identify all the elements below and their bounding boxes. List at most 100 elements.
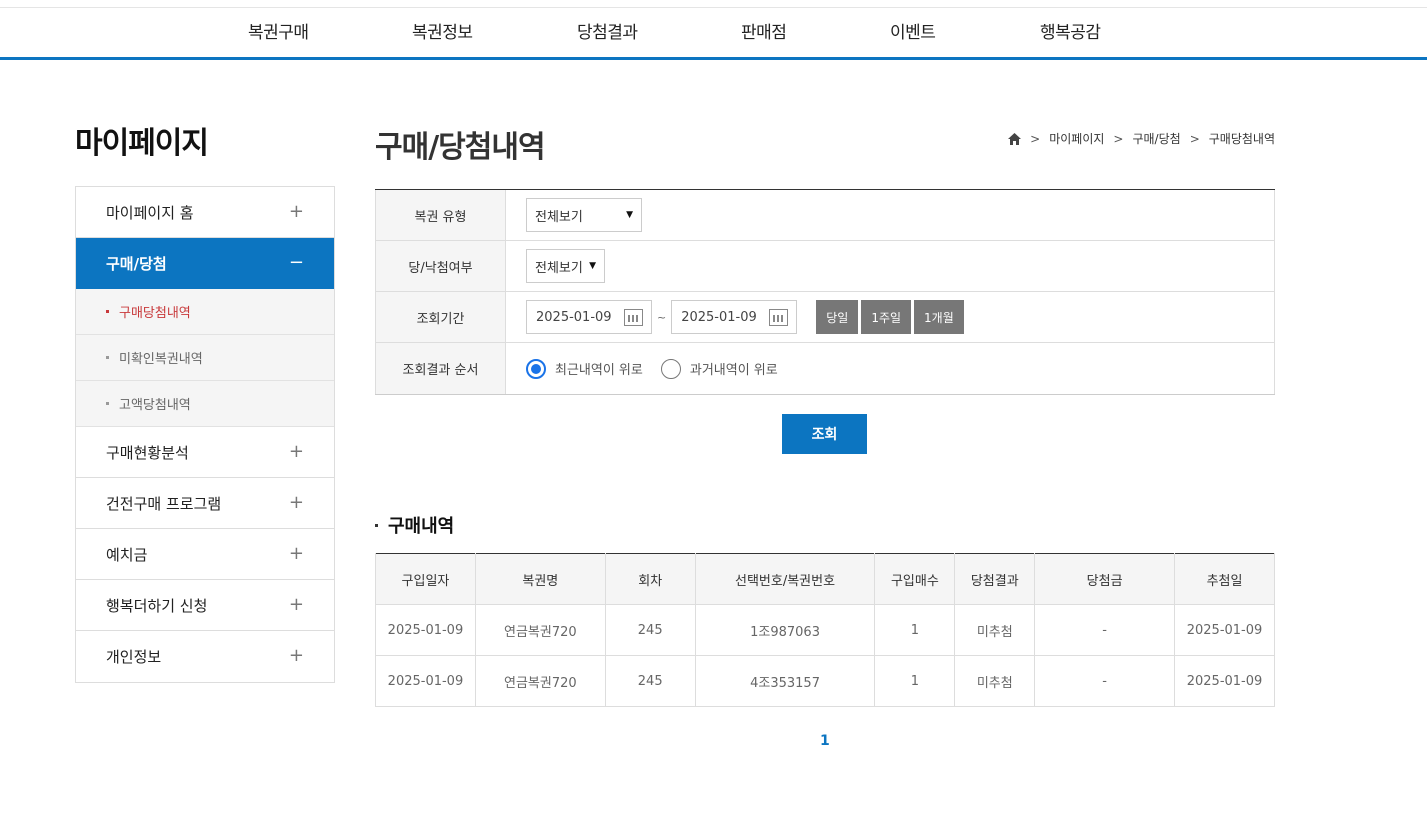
chevron-right-icon: > bbox=[1113, 131, 1124, 146]
minus-icon: − bbox=[288, 252, 304, 273]
sidebar-item-personal-info[interactable]: 개인정보 + bbox=[76, 631, 334, 682]
cell-draw-date: 2025-01-09 bbox=[1174, 655, 1275, 707]
radio-checked-icon bbox=[526, 358, 546, 379]
pagination-page-1[interactable]: 1 bbox=[820, 733, 830, 749]
triangle-down-icon: ▼ bbox=[589, 261, 596, 271]
bullet-icon bbox=[375, 523, 378, 527]
period-today-button[interactable]: 당일 bbox=[816, 300, 859, 334]
date-from-value: 2025-01-09 bbox=[536, 309, 612, 325]
breadcrumb: > 마이페이지 > 구매/당첨 > 구매당첨내역 bbox=[1008, 130, 1275, 147]
order-label: 조회결과 순서 bbox=[375, 343, 506, 394]
sidebar-sub-label: 고액당첨내역 bbox=[119, 398, 191, 413]
col-round: 회차 bbox=[604, 553, 696, 605]
cell-quantity: 1 bbox=[874, 604, 956, 656]
win-status-select[interactable]: 전체보기 ▼ bbox=[526, 249, 605, 283]
order-recent-radio[interactable]: 최근내역이 위로 bbox=[526, 358, 643, 379]
sidebar-item-label: 행복더하기 신청 bbox=[106, 596, 208, 615]
plus-icon: + bbox=[288, 645, 304, 666]
select-value: 전체보기 bbox=[535, 209, 583, 225]
cell-prize: - bbox=[1034, 655, 1176, 707]
sidebar-sub-label: 미확인복권내역 bbox=[119, 352, 203, 367]
cell-win-result: 미추첨 bbox=[954, 655, 1036, 707]
period-month-button[interactable]: 1개월 bbox=[914, 300, 964, 334]
cell-purchase-date: 2025-01-09 bbox=[375, 604, 476, 656]
cell-lottery-name: 연금복권720 bbox=[474, 655, 606, 707]
col-prize: 당첨금 bbox=[1034, 553, 1176, 605]
table-row: 2025-01-09 연금복권720 245 4조353157 1 미추첨 - … bbox=[375, 655, 1275, 707]
col-draw-date: 추첨일 bbox=[1174, 553, 1275, 605]
sidebar-item-healthy-program[interactable]: 건전구매 프로그램 + bbox=[76, 478, 334, 529]
bullet-icon bbox=[106, 356, 109, 359]
sidebar-sub-high-prize[interactable]: 고액당첨내역 bbox=[76, 381, 334, 427]
search-row-order: 조회결과 순서 최근내역이 위로 과거내역이 위로 bbox=[375, 343, 1275, 394]
cell-win-result: 미추첨 bbox=[954, 604, 1036, 656]
cell-prize: - bbox=[1034, 604, 1176, 656]
cell-draw-date: 2025-01-09 bbox=[1174, 604, 1275, 656]
table-header-row: 구입일자 복권명 회차 선택번호/복권번호 구입매수 당첨결과 당첨금 추첨일 bbox=[375, 553, 1275, 605]
sidebar-item-label: 개인정보 bbox=[106, 648, 162, 666]
chevron-right-icon: > bbox=[1030, 131, 1041, 146]
search-row-win: 당/낙첨여부 전체보기 ▼ bbox=[375, 241, 1275, 292]
date-to-value: 2025-01-09 bbox=[681, 309, 757, 325]
search-form: 복권 유형 전체보기 ▼ 당/낙첨여부 전체보기 ▼ 조회기간 2025-01-… bbox=[375, 189, 1275, 395]
col-quantity: 구입매수 bbox=[874, 553, 956, 605]
calendar-icon[interactable] bbox=[769, 309, 789, 326]
plus-icon: + bbox=[288, 594, 304, 615]
sidebar-sub-unconfirmed[interactable]: 미확인복권내역 bbox=[76, 335, 334, 381]
search-row-period: 조회기간 2025-01-09 ~ 2025-01-09 당일 1주일 1개월 bbox=[375, 292, 1275, 343]
gnb-purchase[interactable]: 복권구매 bbox=[248, 18, 309, 43]
period-week-button[interactable]: 1주일 bbox=[861, 300, 912, 334]
cell-numbers[interactable]: 4조353157 bbox=[694, 655, 876, 707]
calendar-icon[interactable] bbox=[624, 309, 643, 326]
plus-icon: + bbox=[288, 441, 304, 462]
win-label: 당/낙첨여부 bbox=[375, 241, 506, 291]
breadcrumb-item[interactable]: 구매/당첨 bbox=[1132, 130, 1180, 147]
gnb-events[interactable]: 이벤트 bbox=[890, 18, 936, 43]
cell-numbers[interactable]: 1조987063 bbox=[694, 604, 876, 656]
sidebar-title: 마이페이지 bbox=[75, 126, 209, 161]
sidebar-item-mypage-home[interactable]: 마이페이지 홈 + bbox=[76, 187, 334, 238]
plus-icon: + bbox=[288, 201, 304, 222]
breadcrumb-item[interactable]: 마이페이지 bbox=[1049, 130, 1104, 147]
sidebar-item-analysis[interactable]: 구매현황분석 + bbox=[76, 427, 334, 478]
date-separator: ~ bbox=[657, 310, 667, 324]
lottery-type-select[interactable]: 전체보기 ▼ bbox=[526, 198, 642, 232]
date-to-field[interactable]: 2025-01-09 bbox=[671, 300, 798, 334]
gnb-info[interactable]: 복권정보 bbox=[412, 18, 473, 43]
chevron-right-icon: > bbox=[1189, 131, 1200, 146]
search-button[interactable]: 조회 bbox=[782, 414, 867, 454]
gnb-happiness[interactable]: 행복공감 bbox=[1040, 18, 1101, 43]
date-from-field[interactable]: 2025-01-09 bbox=[526, 300, 652, 334]
bullet-icon bbox=[106, 310, 109, 313]
radio-label: 최근내역이 위로 bbox=[555, 363, 643, 378]
cell-round: 245 bbox=[604, 604, 696, 656]
home-icon[interactable] bbox=[1008, 132, 1022, 145]
period-label: 조회기간 bbox=[375, 292, 506, 342]
radio-label: 과거내역이 위로 bbox=[689, 363, 778, 378]
gnb-results[interactable]: 당첨결과 bbox=[577, 18, 638, 43]
cell-lottery-name: 연금복권720 bbox=[474, 604, 606, 656]
radio-unchecked-icon bbox=[660, 358, 681, 379]
search-row-type: 복권 유형 전체보기 ▼ bbox=[375, 190, 1275, 241]
plus-icon: + bbox=[288, 543, 304, 564]
results-title-text: 구매내역 bbox=[388, 516, 455, 537]
col-win-result: 당첨결과 bbox=[954, 553, 1036, 605]
type-label: 복권 유형 bbox=[375, 190, 506, 240]
col-purchase-date: 구입일자 bbox=[375, 553, 476, 605]
sidebar-item-deposit[interactable]: 예치금 + bbox=[76, 529, 334, 580]
sidebar-sub-purchase-history[interactable]: 구매당첨내역 bbox=[76, 289, 334, 335]
sidebar-sub-label: 구매당첨내역 bbox=[119, 306, 191, 321]
col-numbers: 선택번호/복권번호 bbox=[694, 553, 876, 605]
cell-round: 245 bbox=[604, 655, 696, 707]
sidebar-item-label: 예치금 bbox=[106, 545, 148, 564]
gnb-stores[interactable]: 판매점 bbox=[741, 18, 787, 43]
sidebar-item-happiness-apply[interactable]: 행복더하기 신청 + bbox=[76, 580, 334, 631]
triangle-down-icon: ▼ bbox=[626, 210, 633, 220]
sidebar-item-label: 구매/당첨 bbox=[106, 255, 167, 273]
order-past-radio[interactable]: 과거내역이 위로 bbox=[660, 358, 778, 379]
sidebar-item-label: 건전구매 프로그램 bbox=[106, 494, 222, 513]
sidebar-item-purchase-win[interactable]: 구매/당첨 − bbox=[76, 238, 334, 289]
sidebar-item-label: 구매현황분석 bbox=[106, 443, 189, 462]
bullet-icon bbox=[106, 402, 109, 405]
sidebar-menu: 마이페이지 홈 + 구매/당첨 − 구매당첨내역 미확인복권내역 고액당첨내역 … bbox=[75, 186, 335, 683]
